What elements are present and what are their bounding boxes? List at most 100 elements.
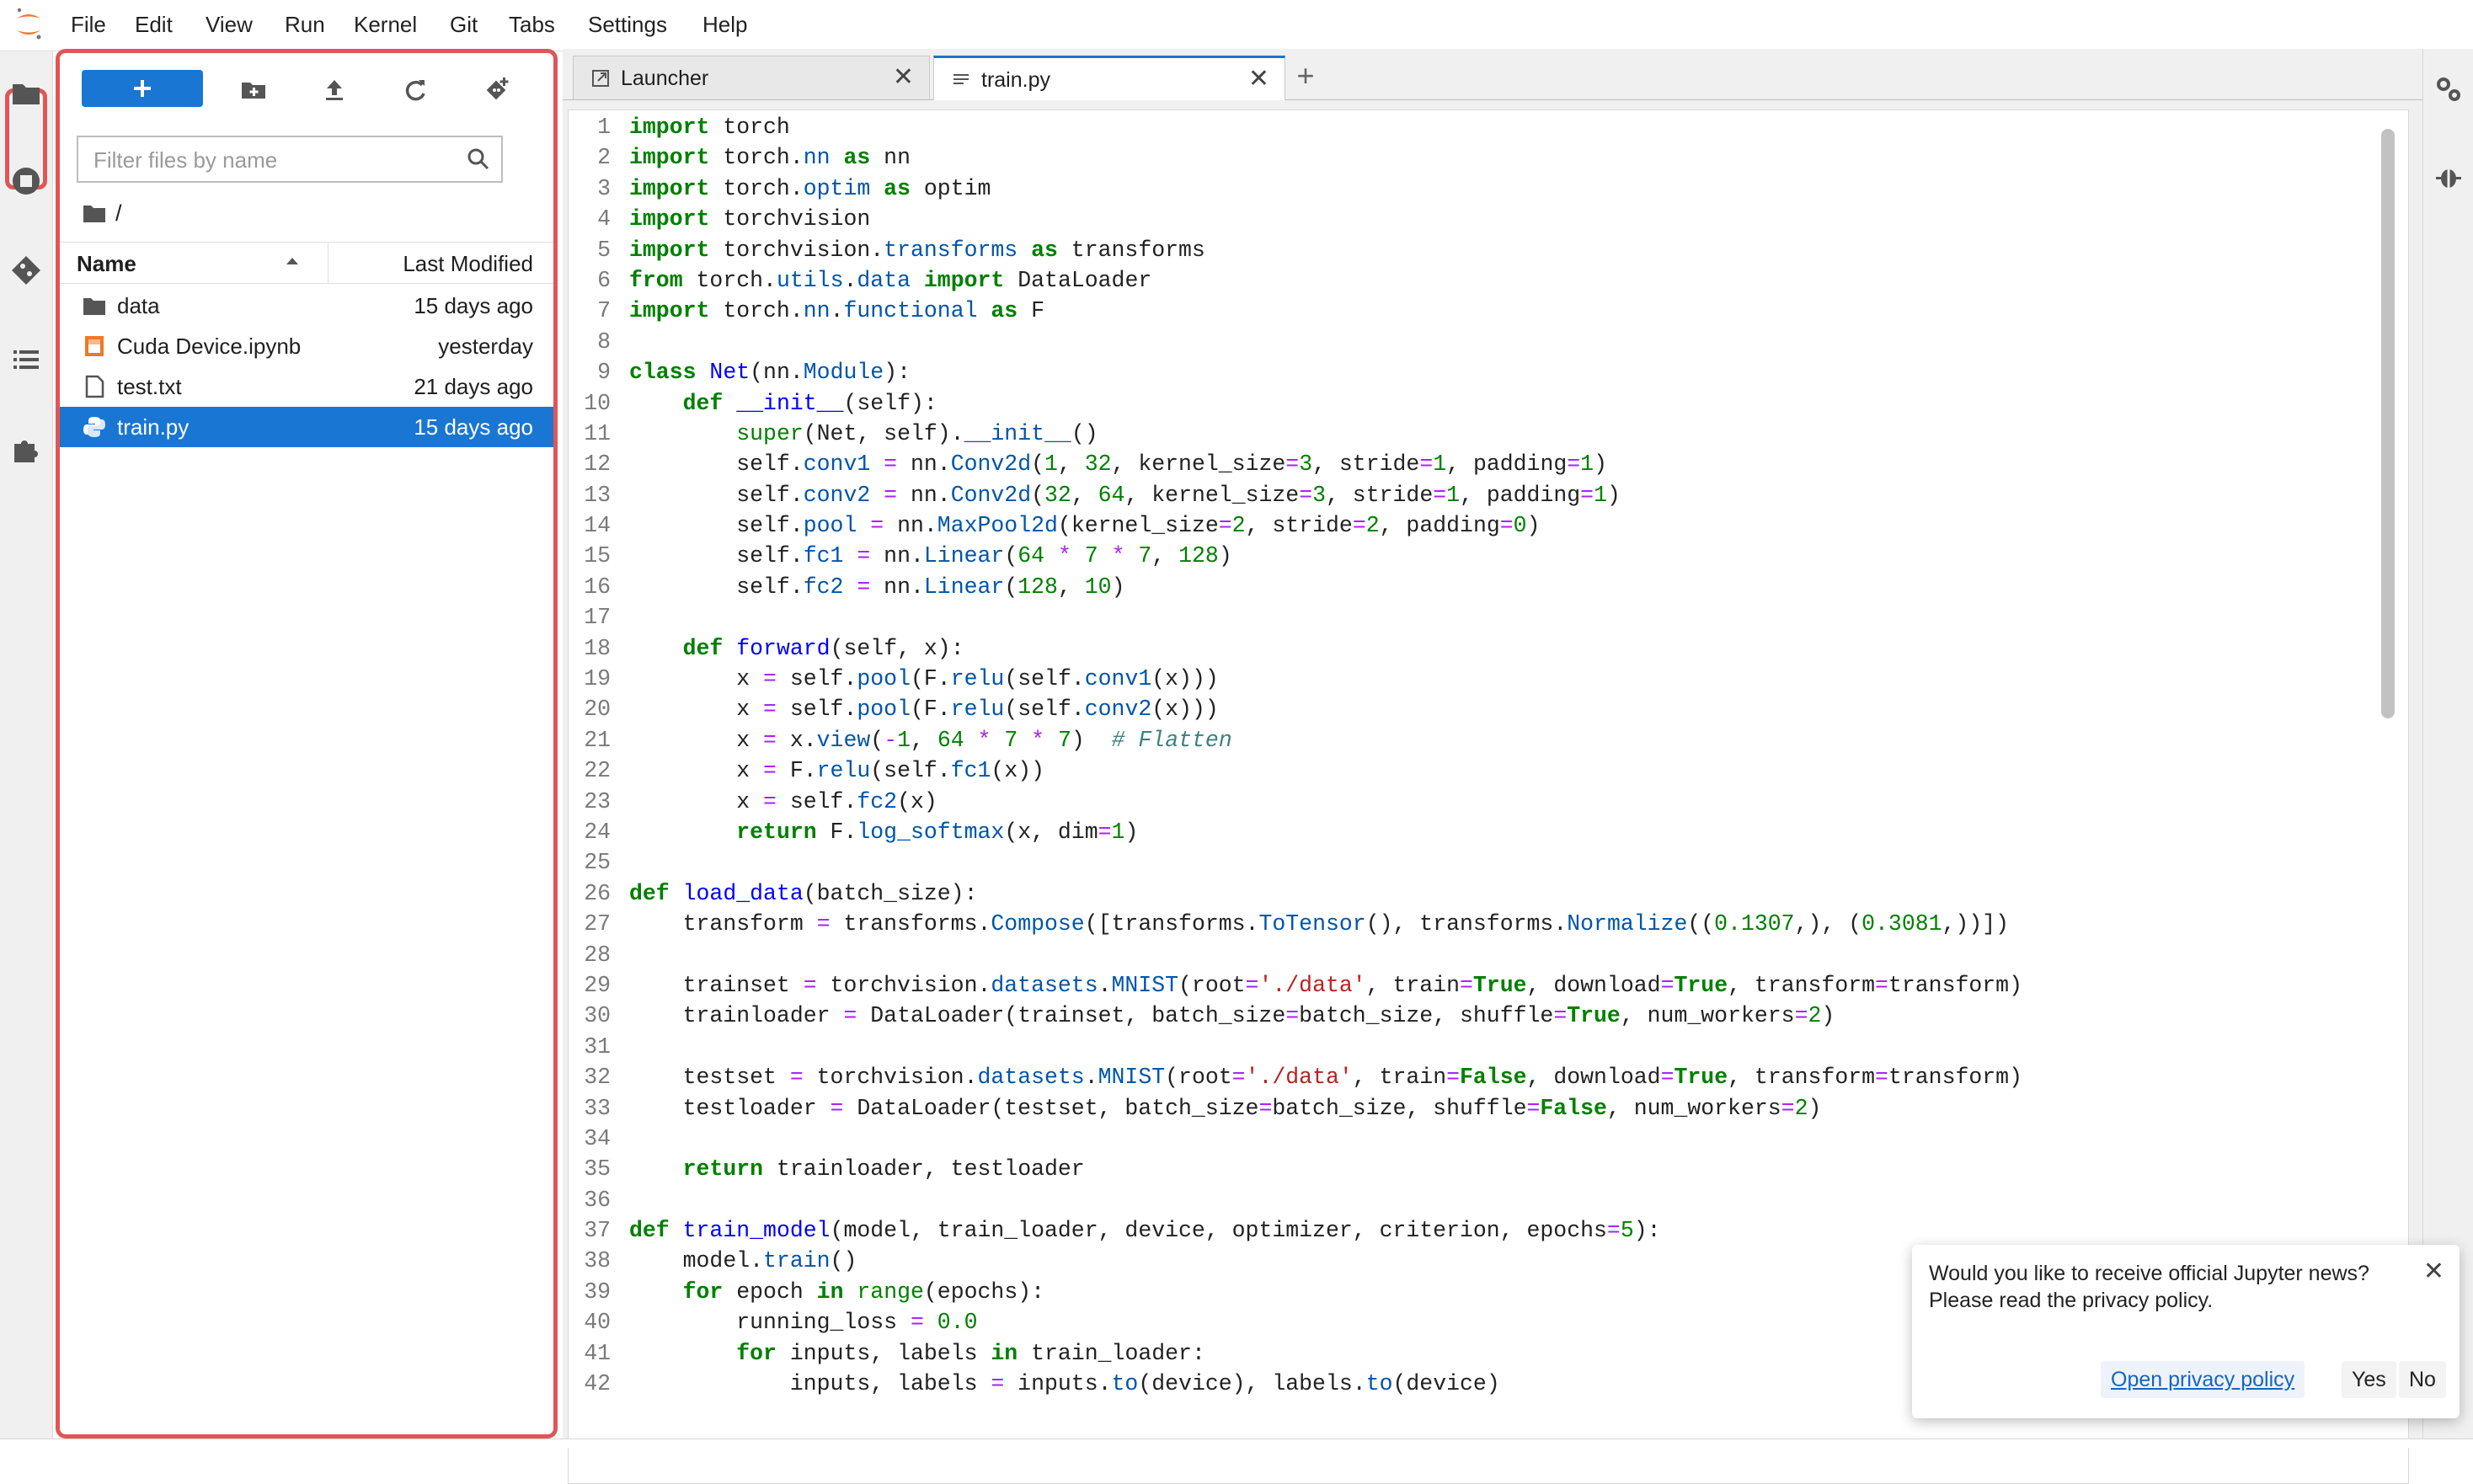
code-text: x = self.pool(F.relu(self.conv1(x))) bbox=[629, 666, 1219, 692]
line-number: 33 bbox=[584, 1095, 611, 1121]
code-line: 37 def train_model(model, train_loader, d… bbox=[569, 1215, 2022, 1246]
code-line: 9 class Net(nn.Module): bbox=[569, 357, 2022, 387]
line-number: 27 bbox=[584, 911, 611, 937]
debugger-icon[interactable] bbox=[2432, 160, 2465, 194]
code-text: model.train() bbox=[629, 1248, 857, 1274]
code-text: import torchvision.transforms as transfo… bbox=[629, 237, 1205, 263]
menu-tabs[interactable]: Tabs bbox=[509, 12, 555, 38]
line-number: 32 bbox=[584, 1065, 611, 1091]
code-text: from torch.utils.data import DataLoader bbox=[629, 267, 1152, 293]
code-text: transform = transforms.Compose([transfor… bbox=[629, 911, 2010, 937]
menu-file[interactable]: File bbox=[71, 12, 106, 38]
extension-icon[interactable] bbox=[9, 432, 43, 466]
line-number: 29 bbox=[584, 972, 611, 998]
tab-train-py[interactable]: train.py ✕ bbox=[933, 56, 1285, 100]
code-line: 26 def load_data(batch_size): bbox=[569, 878, 2022, 909]
menu-edit[interactable]: Edit bbox=[135, 12, 173, 38]
menu-run[interactable]: Run bbox=[285, 12, 325, 38]
new-folder-icon[interactable] bbox=[237, 73, 270, 107]
file-row-data[interactable]: data 15 days ago bbox=[60, 286, 553, 326]
code-line: 1 import torch bbox=[569, 112, 2022, 142]
code-line: 4 import torchvision bbox=[569, 204, 2022, 234]
code-line: 7 import torch.nn.functional as F bbox=[569, 296, 2022, 326]
yes-button[interactable]: Yes bbox=[2342, 1361, 2396, 1398]
upload-icon[interactable] bbox=[318, 73, 351, 107]
refresh-icon[interactable] bbox=[398, 73, 432, 107]
code-line: 2 import torch.nn as nn bbox=[569, 142, 2022, 173]
main-dock-area: Launcher ✕ train.py ✕ + 1 import torch 2 im… bbox=[563, 49, 2422, 1484]
code-text: import torch.nn as nn bbox=[629, 145, 911, 171]
tab-launcher[interactable]: Launcher ✕ bbox=[573, 56, 930, 99]
git-icon[interactable] bbox=[9, 254, 43, 287]
line-number: 23 bbox=[584, 788, 611, 814]
line-number: 1 bbox=[597, 115, 611, 140]
line-number: 42 bbox=[584, 1371, 611, 1397]
home-folder-icon[interactable] bbox=[82, 203, 107, 225]
code-text: def load_data(batch_size): bbox=[629, 880, 978, 906]
launcher-icon bbox=[592, 70, 609, 87]
line-number: 31 bbox=[584, 1033, 611, 1060]
code-text: x = F.relu(self.fc1(x)) bbox=[629, 758, 1045, 784]
code-line: 11 super(Net, self).__init__() bbox=[569, 419, 2022, 449]
menu-git[interactable]: Git bbox=[450, 12, 478, 38]
code-line: 27 transform = transforms.Compose([trans… bbox=[569, 909, 2022, 939]
line-number: 34 bbox=[584, 1125, 611, 1151]
code-text: class Net(nn.Module): bbox=[629, 360, 911, 386]
code-line: 18 def forward(self, x): bbox=[569, 633, 2022, 664]
code-text: inputs, labels = inputs.to(device), labe… bbox=[629, 1371, 1500, 1397]
breadcrumb-root[interactable]: / bbox=[115, 200, 122, 227]
code-text: x = self.fc2(x) bbox=[629, 788, 937, 814]
open-privacy-policy-link[interactable]: Open privacy policy bbox=[2101, 1361, 2305, 1398]
line-number: 39 bbox=[584, 1278, 611, 1305]
code-text: def train_model(model, train_loader, dev… bbox=[629, 1218, 1661, 1244]
running-icon[interactable] bbox=[9, 164, 43, 198]
code-line: 8 bbox=[569, 327, 2022, 357]
filter-input[interactable] bbox=[78, 137, 449, 183]
column-name[interactable]: Name bbox=[77, 251, 136, 277]
file-name: data bbox=[117, 293, 160, 318]
file-modified: 15 days ago bbox=[414, 414, 533, 440]
code-line: 20 x = self.pool(F.relu(self.conv2(x))) bbox=[569, 694, 2022, 724]
code-line: 10 def __init__(self): bbox=[569, 388, 2022, 419]
code-line: 15 self.fc1 = nn.Linear(64 * 7 * 7, 128) bbox=[569, 541, 2022, 571]
jupyter-logo bbox=[17, 8, 41, 40]
vertical-scrollbar[interactable] bbox=[2381, 129, 2395, 718]
menu-view[interactable]: View bbox=[206, 12, 253, 38]
line-number: 14 bbox=[584, 513, 611, 539]
line-number: 28 bbox=[584, 942, 611, 968]
tab-label: Launcher bbox=[621, 67, 709, 90]
line-number: 3 bbox=[597, 175, 611, 201]
line-number: 25 bbox=[584, 850, 611, 876]
new-launcher-button[interactable] bbox=[82, 70, 203, 107]
add-tab-button[interactable]: + bbox=[1289, 59, 1322, 96]
code-line: 13 self.conv2 = nn.Conv2d(32, 64, kernel… bbox=[569, 480, 2022, 510]
folder-icon[interactable] bbox=[9, 77, 43, 110]
code-line: 36 bbox=[569, 1185, 2022, 1215]
menu-kernel[interactable]: Kernel bbox=[354, 12, 417, 38]
code-text: self.conv2 = nn.Conv2d(32, 64, kernel_si… bbox=[629, 482, 1621, 508]
property-inspector-icon[interactable] bbox=[2432, 72, 2465, 106]
line-number: 8 bbox=[597, 328, 611, 355]
column-last-modified[interactable]: Last Modified bbox=[403, 251, 533, 277]
code-line: 41 for inputs, labels in train_loader: bbox=[569, 1338, 2022, 1369]
code-text: import torchvision bbox=[629, 206, 871, 232]
activity-bar bbox=[0, 51, 53, 1447]
status-bar bbox=[0, 1439, 2473, 1448]
file-row-cuda-device[interactable]: Cuda Device.ipynb yesterday bbox=[60, 326, 553, 366]
close-icon[interactable]: ✕ bbox=[2423, 1257, 2444, 1286]
menu-settings[interactable]: Settings bbox=[588, 12, 667, 38]
file-row-train-py[interactable]: train.py 15 days ago bbox=[60, 407, 553, 447]
toc-icon[interactable] bbox=[9, 343, 43, 376]
no-button[interactable]: No bbox=[2399, 1361, 2446, 1398]
code-line: 33 testloader = DataLoader(testset, batc… bbox=[569, 1093, 2022, 1124]
git-clone-icon[interactable] bbox=[479, 73, 513, 107]
close-icon[interactable]: ✕ bbox=[1248, 67, 1269, 92]
menu-help[interactable]: Help bbox=[702, 12, 747, 38]
text-file-icon bbox=[85, 375, 104, 398]
file-row-test-txt[interactable]: test.txt 21 days ago bbox=[60, 366, 553, 407]
line-number: 4 bbox=[597, 206, 611, 232]
code-text: self.fc1 = nn.Linear(64 * 7 * 7, 128) bbox=[629, 543, 1232, 569]
code-line: 28 bbox=[569, 940, 2022, 970]
close-icon[interactable]: ✕ bbox=[893, 65, 914, 90]
file-filter-field bbox=[77, 136, 503, 183]
